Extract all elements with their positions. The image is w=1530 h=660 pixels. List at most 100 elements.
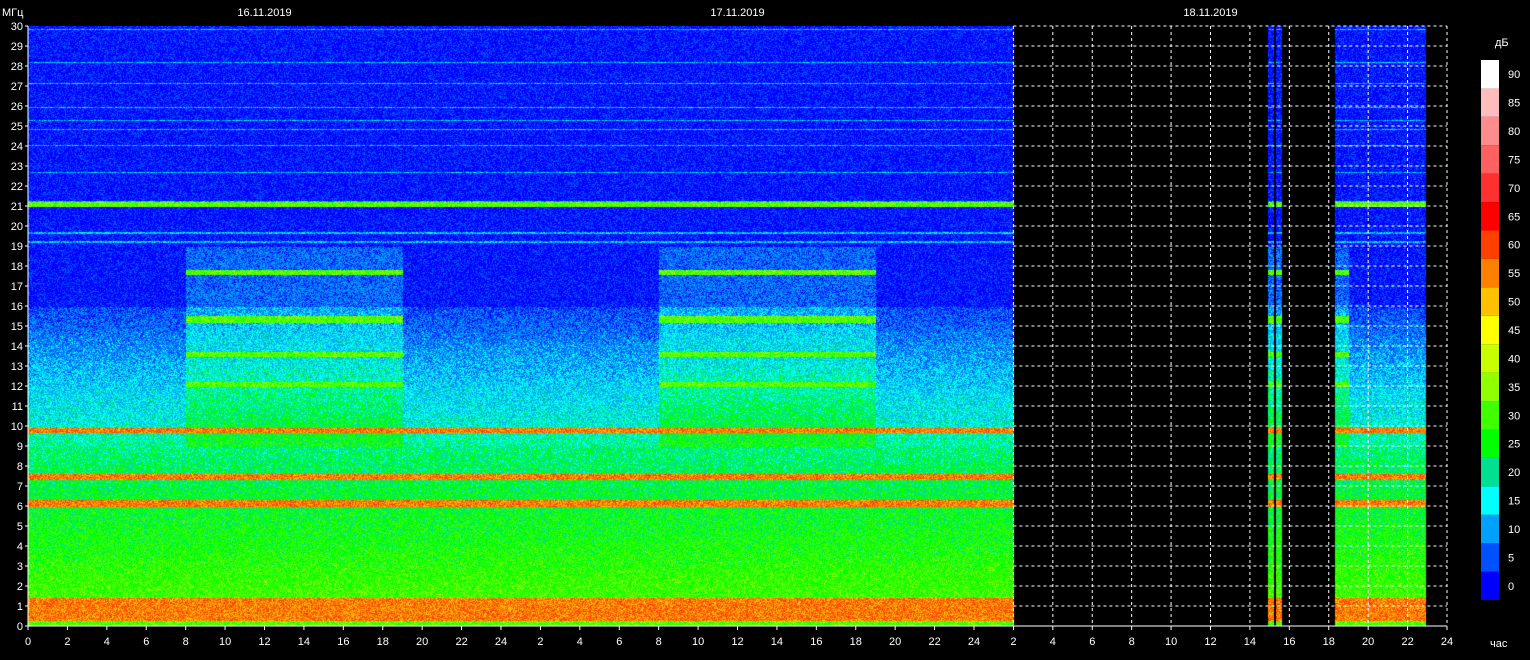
date-label: 18.11.2019 [1183,7,1237,19]
colorbar-swatch [1481,145,1499,174]
x-tick-label: 14 [298,636,310,648]
y-tick-label: 15 [11,321,23,333]
x-tick-label: 14 [771,636,783,648]
y-tick-label: 11 [12,401,23,413]
x-tick-label: 0 [25,636,31,648]
x-tick-label: 2 [537,636,543,648]
colorbar-tick-label: 90 [1508,69,1520,81]
date-label: 17.11.2019 [710,7,764,19]
y-tick-label: 10 [11,421,23,433]
x-tick-label: 22 [455,636,467,648]
colorbar-tick-label: 35 [1508,382,1520,394]
x-tick-label: 18 [377,636,389,648]
colorbar-swatch [1481,571,1499,600]
y-tick-label: 23 [11,161,23,173]
y-tick-label: 7 [17,481,23,493]
colorbar-swatch [1481,60,1499,89]
x-tick-label: 4 [1050,636,1056,648]
x-tick-label: 2 [64,636,70,648]
colorbar-tick-label: 75 [1508,154,1520,166]
x-tick-label: 6 [1089,636,1095,648]
y-tick-label: 17 [11,281,23,293]
y-tick-label: 3 [17,561,23,573]
x-tick-label: 24 [1441,636,1453,648]
y-tick-label: 0 [17,621,23,633]
colorbar-swatch [1481,514,1499,544]
colorbar-swatch [1481,202,1499,231]
colorbar-swatch [1481,173,1499,203]
x-tick-label: 22 [928,636,940,648]
y-tick-label: 2 [17,581,23,593]
x-tick-label: 20 [416,636,428,648]
colorbar-tick-label: 0 [1508,581,1514,593]
x-tick-label: 12 [258,636,270,648]
colorbar-tick-label: 45 [1508,325,1520,337]
x-tick-label: 16 [1283,636,1295,648]
colorbar-tick-label: 60 [1508,240,1520,252]
colorbar-swatch [1481,287,1499,316]
colorbar-tick-label: 55 [1508,268,1520,280]
x-axis-label: час [1490,638,1508,650]
y-tick-label: 24 [11,141,23,153]
y-tick-label: 13 [11,361,23,373]
x-tick-label: 14 [1244,636,1256,648]
x-tick-label: 16 [337,636,349,648]
x-tick-label: 4 [104,636,110,648]
y-tick-label: 16 [11,301,23,313]
x-tick-label: 4 [577,636,583,648]
x-tick-label: 18 [1323,636,1335,648]
colorbar-tick-label: 30 [1508,410,1520,422]
spectrogram-plot-area [28,26,1447,626]
x-tick-label: 24 [495,636,507,648]
colorbar-tick-label: 20 [1508,467,1520,479]
date-label: 16.11.2019 [237,7,291,19]
colorbar-swatch [1481,372,1499,402]
y-tick-label: 29 [11,41,23,53]
x-tick-label: 20 [889,636,901,648]
colorbar-label: дБ [1495,37,1509,49]
colorbar-swatch [1481,457,1499,487]
x-tick-label: 12 [1204,636,1216,648]
y-tick-label: 4 [17,541,23,553]
x-tick-label: 22 [1401,636,1413,648]
colorbar-tick-label: 5 [1508,552,1514,564]
x-tick-label: 8 [1129,636,1135,648]
y-tick-label: 5 [17,521,23,533]
y-tick-label: 22 [11,181,23,193]
colorbar-tick-label: 10 [1508,524,1520,536]
y-tick-label: 25 [11,121,23,133]
colorbar-swatch [1481,344,1499,373]
colorbar-swatch [1481,230,1499,259]
x-tick-label: 8 [183,636,189,648]
colorbar-swatch [1481,315,1499,345]
colorbar-swatch [1481,486,1499,515]
x-tick-label: 12 [731,636,743,648]
colorbar-tick-label: 80 [1508,126,1520,138]
colorbar-swatch [1481,429,1499,458]
y-tick-label: 8 [17,461,23,473]
y-tick-label: 20 [11,221,23,233]
colorbar-tick-label: 65 [1508,211,1520,223]
x-tick-label: 16 [810,636,822,648]
y-tick-label: 1 [17,601,23,613]
spectrogram-chart: 0123456789101112131415161718192021222324… [0,0,1530,660]
colorbar-tick-label: 85 [1508,98,1520,110]
x-tick-label: 2 [1010,636,1016,648]
y-tick-label: 6 [17,501,23,513]
colorbar-swatch [1481,401,1499,430]
y-tick-label: 14 [11,341,23,353]
y-tick-label: 12 [11,381,23,393]
colorbar-swatch [1481,88,1499,117]
x-tick-label: 6 [143,636,149,648]
x-tick-label: 6 [616,636,622,648]
colorbar-swatch [1481,116,1499,146]
y-tick-label: 26 [11,101,23,113]
colorbar-swatch [1481,543,1499,572]
y-tick-label: 21 [11,201,23,213]
y-tick-label: 18 [11,261,23,273]
y-tick-label: 19 [11,241,23,253]
spectrogram-image [28,26,1447,626]
y-axis-label: МГц [2,7,24,19]
y-tick-label: 28 [11,61,23,73]
colorbar-tick-label: 50 [1508,297,1520,309]
